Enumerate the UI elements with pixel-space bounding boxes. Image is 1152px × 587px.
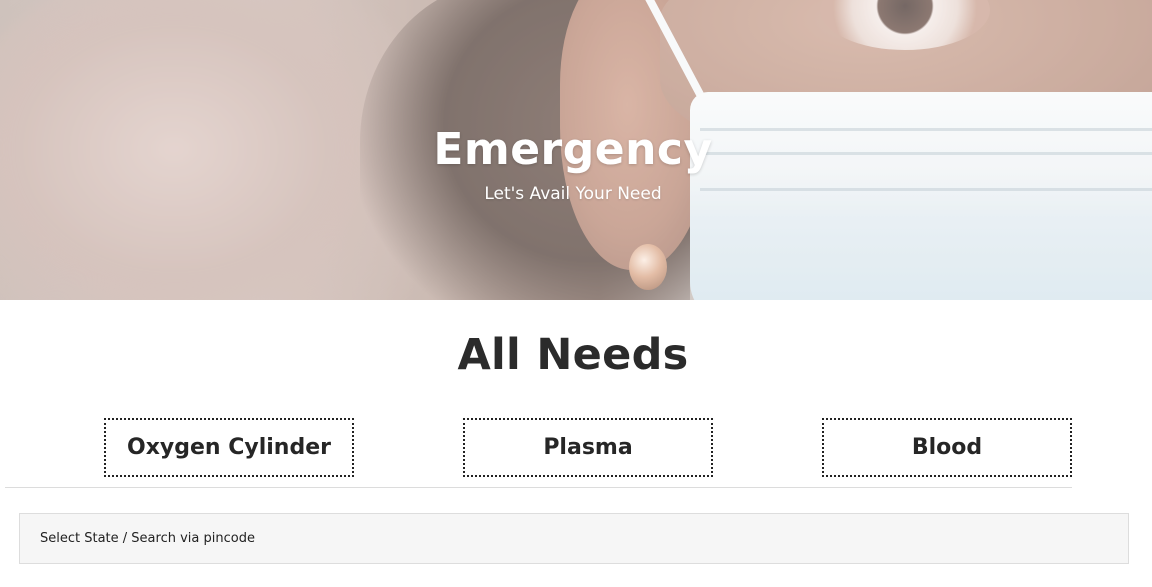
hero-subtitle: Let's Avail Your Need: [484, 184, 662, 204]
need-card-blood[interactable]: Blood: [822, 418, 1072, 477]
need-card-label: Oxygen Cylinder: [127, 435, 331, 460]
divider: [5, 487, 1072, 488]
state-pincode-search-bar[interactable]: Select State / Search via pincode: [19, 513, 1129, 564]
hero-banner: Emergency Let's Avail Your Need: [0, 0, 1152, 300]
need-card-label: Plasma: [543, 435, 633, 460]
hero-title: Emergency: [433, 124, 713, 175]
need-card-label: Blood: [911, 435, 983, 460]
need-card-plasma[interactable]: Plasma: [463, 418, 713, 477]
search-bar-label: Select State / Search via pincode: [40, 531, 255, 546]
page: Emergency Let's Avail Your Need All Need…: [0, 0, 1152, 587]
need-card-oxygen-cylinder[interactable]: Oxygen Cylinder: [104, 418, 354, 477]
section-title: All Needs: [457, 330, 689, 380]
